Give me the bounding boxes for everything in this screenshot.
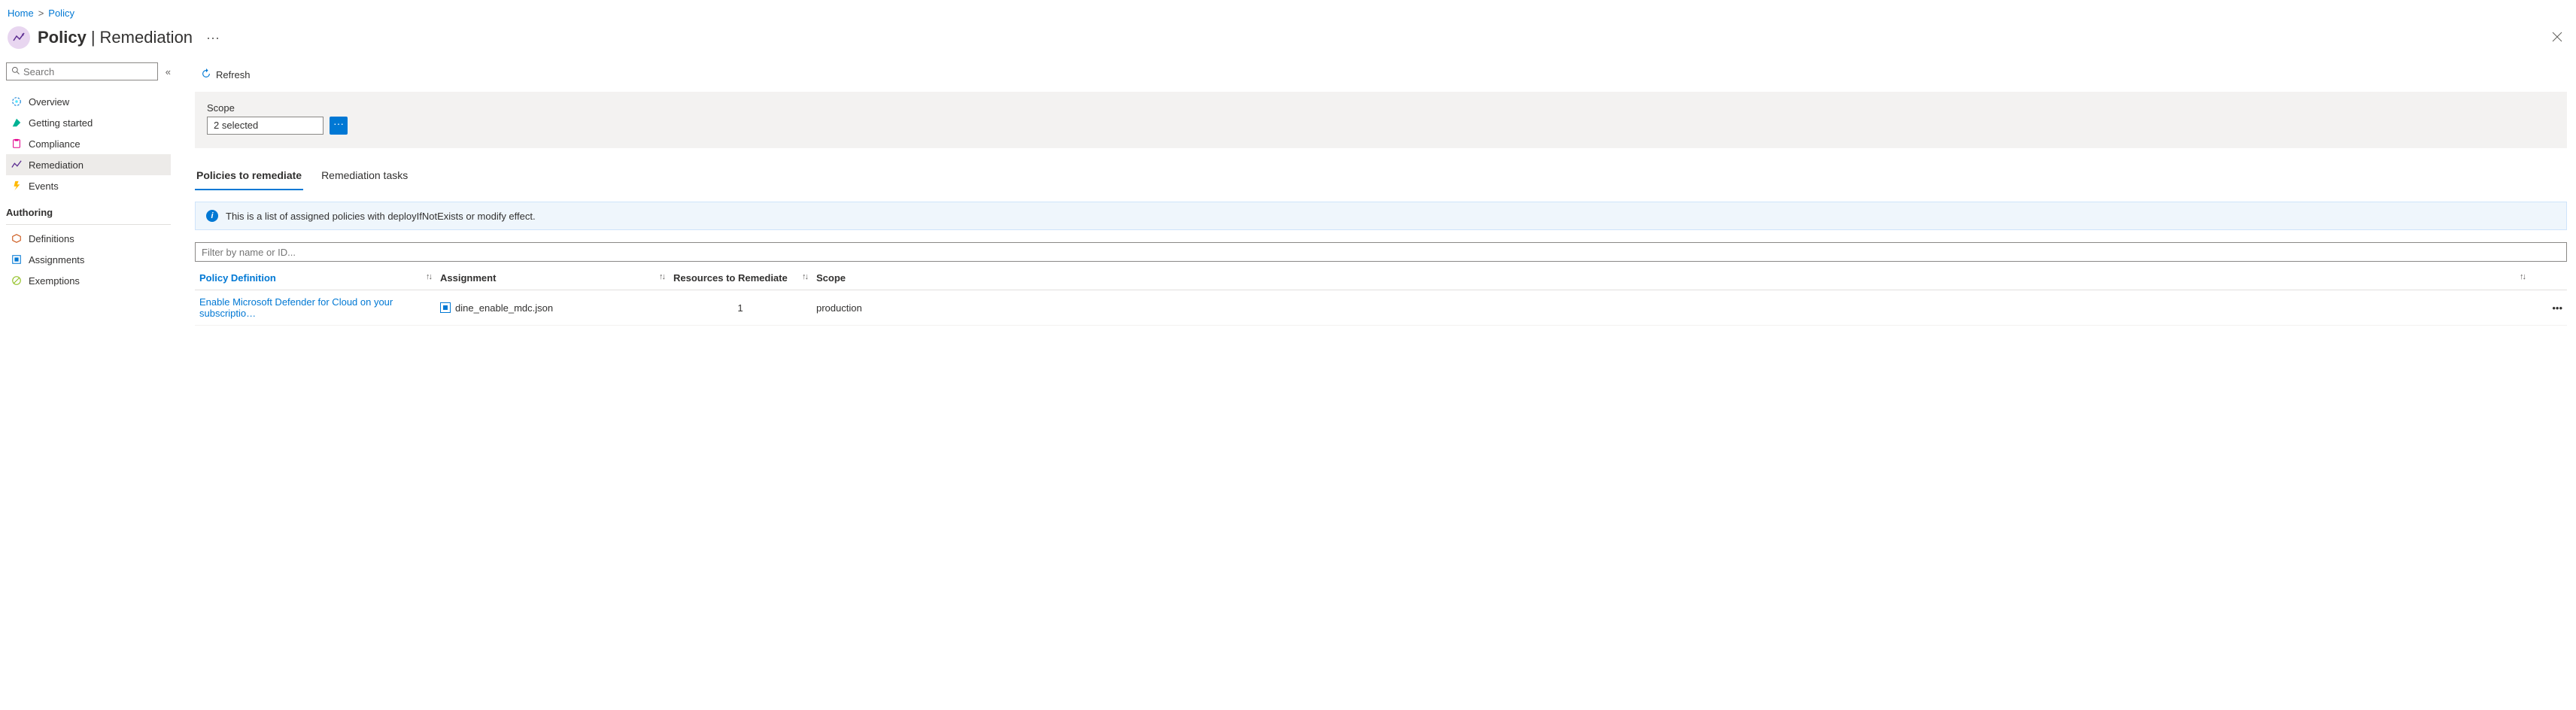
toolbar: Refresh [195, 62, 2567, 92]
sidebar-item-getting-started[interactable]: Getting started [6, 112, 171, 133]
sidebar-item-overview[interactable]: Overview [6, 91, 171, 112]
remediation-icon [11, 159, 23, 171]
page-title-separator: | [91, 28, 96, 47]
table-row[interactable]: Enable Microsoft Defender for Cloud on y… [195, 290, 2567, 326]
column-header-policy-definition[interactable]: Policy Definition ↑↓ [195, 266, 436, 290]
column-header-scope[interactable]: Scope ↑↓ [812, 266, 2529, 290]
sidebar: « Overview Getting started Compliance Re… [0, 62, 177, 326]
refresh-icon [201, 68, 211, 81]
sidebar-item-compliance[interactable]: Compliance [6, 133, 171, 154]
sidebar-item-exemptions[interactable]: Exemptions [6, 270, 171, 291]
breadcrumb: Home > Policy [0, 0, 2576, 23]
scope-label: Scope [207, 102, 2555, 114]
scope-picker-button[interactable]: ··· [330, 117, 348, 135]
search-box[interactable] [6, 62, 158, 80]
section-divider [6, 224, 171, 225]
column-header-assignment[interactable]: Assignment ↑↓ [436, 266, 669, 290]
overview-icon [11, 96, 23, 108]
scope-value: production [812, 290, 2529, 326]
assignments-icon [11, 253, 23, 265]
refresh-button[interactable]: Refresh [195, 65, 257, 84]
sort-icon: ↑↓ [802, 272, 807, 281]
scope-panel: Scope 2 selected ··· [195, 92, 2567, 148]
assignment-icon [440, 302, 451, 313]
exemptions-icon [11, 275, 23, 287]
sidebar-item-label: Overview [29, 96, 69, 108]
search-icon [11, 66, 20, 77]
breadcrumb-separator: > [38, 8, 44, 19]
sidebar-item-label: Events [29, 181, 59, 192]
breadcrumb-home[interactable]: Home [8, 8, 34, 19]
tab-remediation-tasks[interactable]: Remediation tasks [320, 162, 409, 190]
sidebar-item-events[interactable]: Events [6, 175, 171, 196]
resources-count: 1 [669, 290, 812, 326]
sidebar-item-label: Definitions [29, 233, 74, 244]
header-more-button[interactable]: ··· [206, 30, 220, 46]
info-icon: i [206, 210, 218, 222]
tabs: Policies to remediate Remediation tasks [195, 162, 2567, 191]
policy-definition-link[interactable]: Enable Microsoft Defender for Cloud on y… [199, 296, 393, 319]
sort-icon: ↑↓ [426, 272, 431, 281]
row-more-button[interactable]: ••• [2529, 290, 2567, 326]
events-icon [11, 180, 23, 192]
sidebar-item-label: Assignments [29, 254, 84, 265]
policies-table: Policy Definition ↑↓ Assignment ↑↓ Resou… [195, 266, 2567, 326]
tab-policies-to-remediate[interactable]: Policies to remediate [195, 162, 303, 190]
sidebar-item-assignments[interactable]: Assignments [6, 249, 171, 270]
collapse-sidebar-button[interactable]: « [166, 66, 171, 77]
main-content: Refresh Scope 2 selected ··· Policies to… [177, 62, 2576, 326]
page-title: Policy | Remediation [38, 28, 193, 47]
assignment-name: dine_enable_mdc.json [455, 302, 553, 314]
getting-started-icon [11, 117, 23, 129]
sort-icon: ↑↓ [2520, 272, 2525, 281]
sidebar-item-label: Compliance [29, 138, 80, 150]
page-title-subtitle: Remediation [100, 28, 193, 47]
sidebar-item-label: Getting started [29, 117, 93, 129]
sidebar-item-label: Exemptions [29, 275, 80, 287]
policy-icon [8, 26, 30, 49]
sort-icon: ↑↓ [659, 272, 664, 281]
sidebar-item-remediation[interactable]: Remediation [6, 154, 171, 175]
breadcrumb-policy[interactable]: Policy [48, 8, 74, 19]
close-button[interactable] [2546, 27, 2568, 49]
page-header: Policy | Remediation ··· [0, 23, 2576, 62]
sidebar-section-authoring: Authoring [6, 196, 171, 223]
definitions-icon [11, 232, 23, 244]
refresh-label: Refresh [216, 69, 251, 80]
search-input[interactable] [23, 66, 153, 77]
sidebar-item-definitions[interactable]: Definitions [6, 228, 171, 249]
info-banner-text: This is a list of assigned policies with… [226, 211, 536, 222]
info-banner: i This is a list of assigned policies wi… [195, 202, 2567, 230]
page-title-main: Policy [38, 28, 87, 47]
compliance-icon [11, 138, 23, 150]
column-header-resources[interactable]: Resources to Remediate ↑↓ [669, 266, 812, 290]
scope-input[interactable]: 2 selected [207, 117, 324, 135]
filter-input[interactable] [195, 242, 2567, 262]
sidebar-item-label: Remediation [29, 159, 84, 171]
